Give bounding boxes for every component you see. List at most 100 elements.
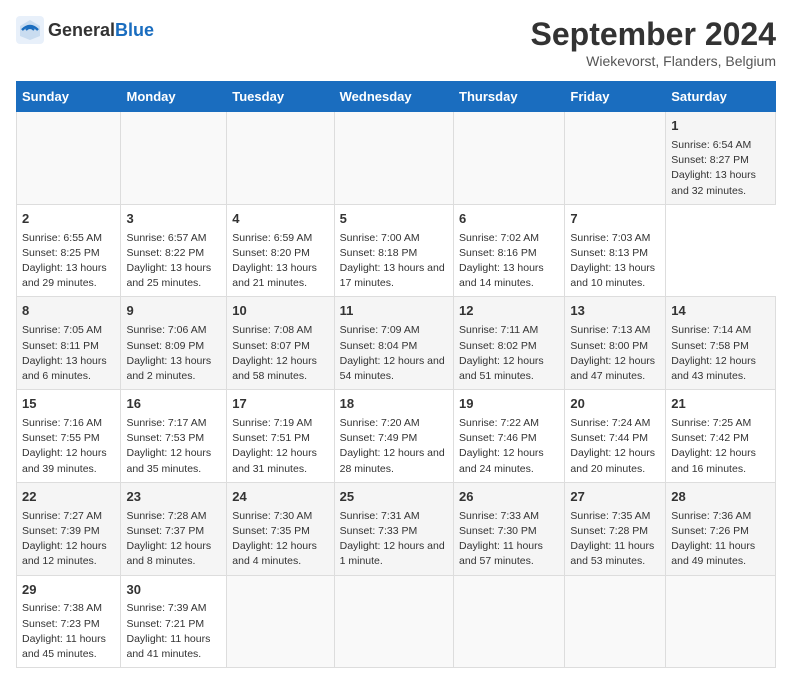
table-row: 30Sunrise: 7:39 AMSunset: 7:21 PMDayligh…: [121, 575, 227, 668]
table-row: 5Sunrise: 7:00 AMSunset: 8:18 PMDaylight…: [334, 204, 453, 297]
daylight-text: Daylight: 12 hours and 39 minutes.: [22, 447, 107, 474]
sunset-text: Sunset: 8:13 PM: [570, 247, 648, 259]
table-row: 20Sunrise: 7:24 AMSunset: 7:44 PMDayligh…: [565, 390, 666, 483]
daylight-text: Daylight: 12 hours and 35 minutes.: [126, 447, 211, 474]
sunrise-text: Sunrise: 7:03 AM: [570, 232, 650, 244]
day-number: 13: [570, 302, 660, 321]
day-number: 12: [459, 302, 559, 321]
table-row: [666, 575, 776, 668]
table-row: [454, 575, 565, 668]
calendar-week-row: 15 Sunrise: 7:16 AM Sunset: 7:55 PM Dayligh…: [17, 390, 776, 483]
sunrise-text: Sunrise: 7:09 AM: [340, 324, 420, 336]
sunset-text: Sunset: 7:51 PM: [232, 432, 310, 444]
sunrise-text: Sunrise: 7:24 AM: [570, 417, 650, 429]
daylight-text: Daylight: 11 hours and 41 minutes.: [126, 633, 210, 660]
day-number: 18: [340, 395, 448, 414]
sunset-text: Sunset: 7:55 PM: [22, 432, 100, 444]
sunset-text: Sunset: 8:27 PM: [671, 154, 749, 166]
sunrise-text: Sunrise: 7:36 AM: [671, 510, 751, 522]
sunset-text: Sunset: 8:20 PM: [232, 247, 310, 259]
table-row: 3Sunrise: 6:57 AMSunset: 8:22 PMDaylight…: [121, 204, 227, 297]
daylight-text: Daylight: 12 hours and 51 minutes.: [459, 355, 544, 382]
table-row: 15 Sunrise: 7:16 AM Sunset: 7:55 PM Dayligh…: [17, 390, 121, 483]
daylight-text: Daylight: 13 hours and 17 minutes.: [340, 262, 445, 289]
daylight-text: Daylight: 13 hours and 10 minutes.: [570, 262, 655, 289]
daylight-text: Daylight: 12 hours and 20 minutes.: [570, 447, 655, 474]
table-row: 9Sunrise: 7:06 AMSunset: 8:09 PMDaylight…: [121, 297, 227, 390]
logo-general-text: General: [48, 20, 115, 41]
sunrise-text: Sunrise: 7:06 AM: [126, 324, 206, 336]
table-row: [227, 575, 334, 668]
sunrise-text: Sunrise: 7:08 AM: [232, 324, 312, 336]
logo-icon: [16, 16, 44, 44]
table-row: 26Sunrise: 7:33 AMSunset: 7:30 PMDayligh…: [454, 482, 565, 575]
sunset-text: Sunset: 8:04 PM: [340, 340, 418, 352]
table-row: [121, 112, 227, 205]
daylight-text: Daylight: 13 hours and 25 minutes.: [126, 262, 211, 289]
sunset-text: Sunset: 7:21 PM: [126, 618, 204, 630]
day-number: 28: [671, 488, 770, 507]
day-number: 9: [126, 302, 221, 321]
table-row: 28Sunrise: 7:36 AMSunset: 7:26 PMDayligh…: [666, 482, 776, 575]
table-row: 25Sunrise: 7:31 AMSunset: 7:33 PMDayligh…: [334, 482, 453, 575]
table-row: 8Sunrise: 7:05 AMSunset: 8:11 PMDaylight…: [17, 297, 121, 390]
table-row: [454, 112, 565, 205]
day-number: 25: [340, 488, 448, 507]
table-row: 19Sunrise: 7:22 AMSunset: 7:46 PMDayligh…: [454, 390, 565, 483]
sunset-text: Sunset: 8:22 PM: [126, 247, 204, 259]
sunset-text: Sunset: 7:23 PM: [22, 618, 100, 630]
sunset-text: Sunset: 7:39 PM: [22, 525, 100, 537]
sunrise-text: Sunrise: 7:22 AM: [459, 417, 539, 429]
table-row: [17, 112, 121, 205]
calendar-table: Sunday Monday Tuesday Wednesday Thursday…: [16, 81, 776, 668]
daylight-text: Daylight: 12 hours and 12 minutes.: [22, 540, 107, 567]
sunrise-text: Sunrise: 7:00 AM: [340, 232, 420, 244]
sunrise-text: Sunrise: 7:20 AM: [340, 417, 420, 429]
daylight-text: Daylight: 13 hours and 32 minutes.: [671, 169, 756, 196]
day-number: 11: [340, 302, 448, 321]
daylight-text: Daylight: 12 hours and 4 minutes.: [232, 540, 317, 567]
table-row: 13Sunrise: 7:13 AMSunset: 8:00 PMDayligh…: [565, 297, 666, 390]
daylight-text: Daylight: 11 hours and 45 minutes.: [22, 633, 106, 660]
daylight-text: Daylight: 12 hours and 43 minutes.: [671, 355, 756, 382]
table-row: 18Sunrise: 7:20 AMSunset: 7:49 PMDayligh…: [334, 390, 453, 483]
daylight-text: Daylight: 12 hours and 16 minutes.: [671, 447, 756, 474]
sunrise-text: Sunrise: 7:14 AM: [671, 324, 751, 336]
sunrise-text: Sunrise: 7:02 AM: [459, 232, 539, 244]
calendar-week-row: 29Sunrise: 7:38 AMSunset: 7:23 PMDayligh…: [17, 575, 776, 668]
sunset-text: Sunset: 8:11 PM: [22, 340, 99, 352]
sunrise-text: Sunrise: 7:16 AM: [22, 417, 102, 429]
col-saturday: Saturday: [666, 82, 776, 112]
col-wednesday: Wednesday: [334, 82, 453, 112]
table-row: 12Sunrise: 7:11 AMSunset: 8:02 PMDayligh…: [454, 297, 565, 390]
daylight-text: Daylight: 13 hours and 14 minutes.: [459, 262, 544, 289]
day-number: 29: [22, 581, 115, 600]
day-number: 23: [126, 488, 221, 507]
daylight-text: Daylight: 12 hours and 1 minute.: [340, 540, 445, 567]
table-row: [334, 112, 453, 205]
col-monday: Monday: [121, 82, 227, 112]
sunset-text: Sunset: 7:42 PM: [671, 432, 749, 444]
day-number: 15: [22, 395, 115, 414]
table-row: [334, 575, 453, 668]
sunset-text: Sunset: 7:37 PM: [126, 525, 204, 537]
sunset-text: Sunset: 7:30 PM: [459, 525, 537, 537]
sunset-text: Sunset: 8:16 PM: [459, 247, 537, 259]
calendar-header-row: Sunday Monday Tuesday Wednesday Thursday…: [17, 82, 776, 112]
sunset-text: Sunset: 8:25 PM: [22, 247, 100, 259]
day-number: 2: [22, 210, 115, 229]
day-number: 4: [232, 210, 328, 229]
sunrise-text: Sunrise: 6:55 AM: [22, 232, 102, 244]
sunset-text: Sunset: 7:58 PM: [671, 340, 749, 352]
sunset-text: Sunset: 8:00 PM: [570, 340, 648, 352]
sunrise-text: Sunrise: 7:17 AM: [126, 417, 206, 429]
daylight-text: Daylight: 12 hours and 58 minutes.: [232, 355, 317, 382]
sunset-text: Sunset: 8:18 PM: [340, 247, 418, 259]
sunrise-text: Sunrise: 7:19 AM: [232, 417, 312, 429]
day-number: 17: [232, 395, 328, 414]
col-thursday: Thursday: [454, 82, 565, 112]
calendar-week-row: 22Sunrise: 7:27 AMSunset: 7:39 PMDayligh…: [17, 482, 776, 575]
sunrise-text: Sunrise: 7:25 AM: [671, 417, 751, 429]
table-row: 1Sunrise: 6:54 AMSunset: 8:27 PMDaylight…: [666, 112, 776, 205]
daylight-text: Daylight: 11 hours and 49 minutes.: [671, 540, 755, 567]
